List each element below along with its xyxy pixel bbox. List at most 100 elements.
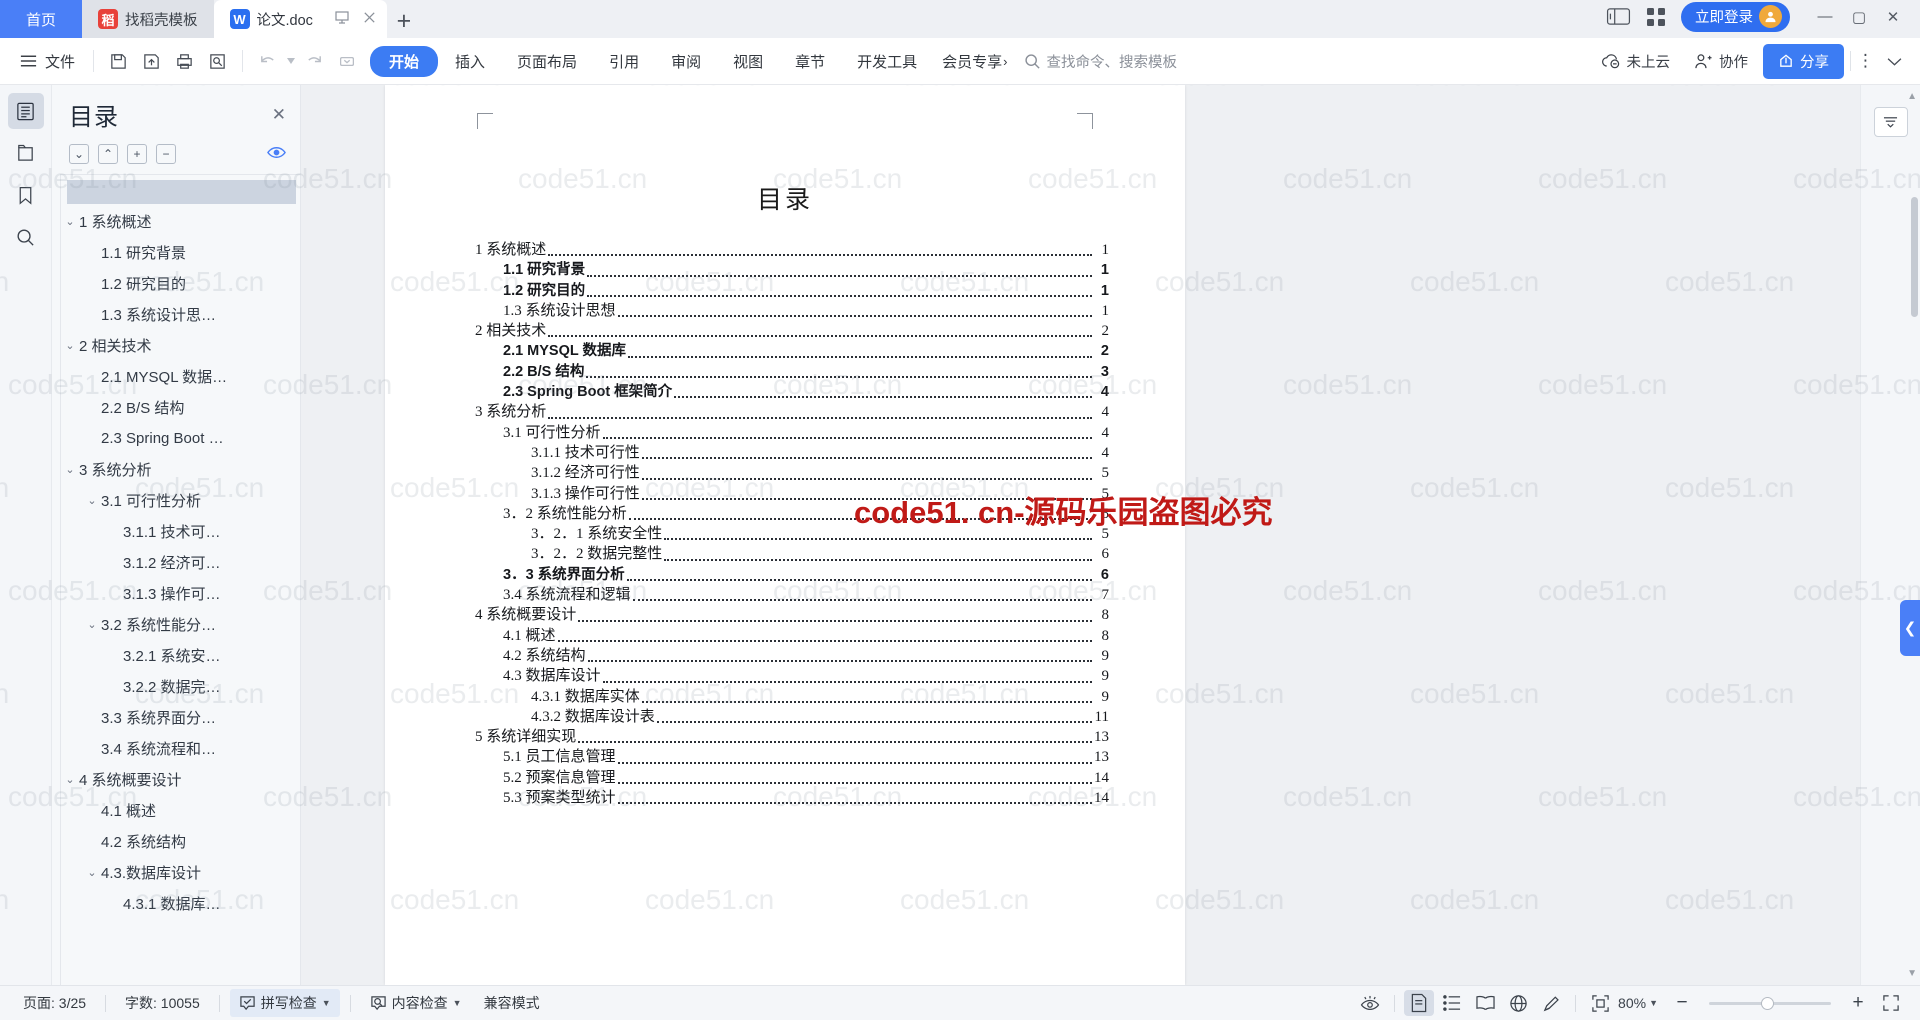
login-button[interactable]: 立即登录: [1681, 1, 1790, 32]
chevron-down-icon[interactable]: ⌄: [83, 866, 101, 879]
outline-item[interactable]: ⌄ 4.3.数据库设计: [61, 857, 300, 888]
toc-entry[interactable]: 2 相关技术 2: [461, 321, 1109, 341]
fit-page-icon[interactable]: [1585, 990, 1615, 1016]
content-check-button[interactable]: 内容检查 ▼: [361, 989, 471, 1017]
chevron-down-icon[interactable]: ⌄: [83, 494, 101, 507]
ribbon-tab-insert[interactable]: 插入: [440, 45, 500, 78]
toc-entry[interactable]: 4.1 概述 8: [461, 626, 1109, 646]
spell-check-button[interactable]: 拼写检查 ▼: [229, 989, 340, 1017]
outline-item[interactable]: ⌄ 3.1 可行性分析: [61, 485, 300, 516]
focus-eye-icon[interactable]: [1355, 990, 1385, 1016]
chevron-down-icon[interactable]: ▼: [453, 998, 462, 1008]
toc-entry[interactable]: 3.1.2 经济可行性 5: [461, 463, 1109, 483]
app-grid-icon[interactable]: [1645, 6, 1667, 28]
chevron-down-icon[interactable]: ⌄: [61, 339, 79, 352]
zoom-level-label[interactable]: 80%: [1618, 995, 1646, 1011]
toc-entry[interactable]: 4.3.2 数据库设计表 11: [461, 707, 1109, 727]
more-options-icon[interactable]: ⋮: [1857, 46, 1874, 77]
ribbon-tab-review[interactable]: 审阅: [656, 45, 716, 78]
outline-item[interactable]: ⌄ 3 系统分析: [61, 454, 300, 485]
zoom-out-button[interactable]: −: [1667, 990, 1697, 1016]
print-icon[interactable]: [169, 46, 200, 77]
zoom-slider[interactable]: [1709, 996, 1831, 1010]
decrease-level-button[interactable]: −: [156, 144, 176, 164]
outline-item[interactable]: ⌄ 1 系统概述: [61, 206, 300, 237]
outline-item[interactable]: ⌄3.2.2 数据完…: [61, 671, 300, 702]
toc-entry[interactable]: 4 系统概要设计 8: [461, 605, 1109, 625]
toc-entry[interactable]: 5.3 预案类型统计 14: [461, 788, 1109, 808]
undo-icon[interactable]: [252, 46, 283, 77]
sidebar-item-outline[interactable]: [7, 93, 44, 129]
tab-home[interactable]: 首页: [0, 0, 83, 38]
outline-item[interactable]: ⌄3.2.1 系统安…: [61, 640, 300, 671]
outline-item[interactable]: ⌄ 3.2 系统性能分…: [61, 609, 300, 640]
toc-entry[interactable]: 3.1 可行性分析 4: [461, 423, 1109, 443]
scroll-down-arrow[interactable]: ▼: [1907, 968, 1917, 979]
ribbon-tab-references[interactable]: 引用: [594, 45, 654, 78]
outline-tree[interactable]: ⌄1 系统概述⌄1.1 研究背景⌄1.2 研究目的⌄1.3 系统设计思…⌄2 相…: [60, 174, 300, 985]
screen-layout-icon[interactable]: [1606, 7, 1631, 26]
outline-item[interactable]: ⌄2.1 MYSQL 数据…: [61, 361, 300, 392]
save-as-icon[interactable]: [136, 46, 167, 77]
expand-all-button[interactable]: ⌄: [69, 144, 89, 164]
compatibility-mode-label[interactable]: 兼容模式: [475, 989, 549, 1017]
toc-entry[interactable]: 1.3 系统设计思想 1: [461, 301, 1109, 321]
zoom-in-button[interactable]: +: [1843, 990, 1873, 1016]
sidebar-item-search[interactable]: [8, 219, 44, 255]
chevron-down-icon[interactable]: ⌄: [61, 773, 79, 786]
toc-entry[interactable]: 4.3.1 数据库实体 9: [461, 687, 1109, 707]
collaborate-button[interactable]: 协作: [1685, 46, 1757, 77]
sidebar-item-bookmark[interactable]: [8, 177, 44, 213]
read-view-icon[interactable]: [1470, 990, 1500, 1016]
ribbon-tab-start[interactable]: 开始: [370, 45, 439, 77]
outline-eye-icon[interactable]: [267, 146, 286, 163]
ribbon-tab-page-layout[interactable]: 页面布局: [502, 45, 592, 78]
tab-docer-template[interactable]: 稻 找稻壳模板: [82, 0, 214, 38]
toc-entry[interactable]: 3.1.1 技术可行性 4: [461, 443, 1109, 463]
ribbon-tab-view[interactable]: 视图: [718, 45, 778, 78]
sidebar-item-thumbnails[interactable]: [8, 135, 44, 171]
page-indicator[interactable]: 页面: 3/25: [14, 989, 95, 1017]
outline-item[interactable]: ⌄3.4 系统流程和…: [61, 733, 300, 764]
tab-split-screen-icon[interactable]: [334, 9, 350, 29]
outline-item[interactable]: ⌄ 4 系统概要设计: [61, 764, 300, 795]
outline-selected-row[interactable]: [67, 180, 296, 204]
toc-entry[interactable]: 1.2 研究目的 1: [461, 281, 1109, 301]
file-menu-button[interactable]: 文件: [10, 51, 84, 72]
toc-entry[interactable]: 4.3 数据库设计 9: [461, 666, 1109, 686]
outline-item[interactable]: ⌄2.2 B/S 结构: [61, 392, 300, 423]
share-button[interactable]: 分享: [1763, 43, 1844, 79]
page-view-icon[interactable]: [1404, 990, 1435, 1016]
outline-view-icon[interactable]: [1437, 990, 1467, 1016]
document-page[interactable]: 目录 1 系统概述 1 1.1 研究背景 1 1.2 研究目的 1 1.3 系统设计思想 1 2…: [385, 85, 1185, 985]
undo-dropdown-icon[interactable]: [285, 46, 296, 77]
close-outline-icon[interactable]: ✕: [272, 105, 286, 125]
close-window-button[interactable]: ✕: [1878, 3, 1908, 31]
outline-item[interactable]: ⌄ 2 相关技术: [61, 330, 300, 361]
chevron-down-icon[interactable]: ⌄: [61, 463, 79, 476]
toc-entry[interactable]: 2.2 B/S 结构 3: [461, 362, 1109, 382]
outline-item[interactable]: ⌄3.1.2 经济可…: [61, 547, 300, 578]
scroll-up-arrow[interactable]: ▲: [1907, 91, 1917, 102]
toc-entry[interactable]: 5 系统详细实现 13: [461, 727, 1109, 747]
collapse-ribbon-icon[interactable]: [1879, 46, 1910, 77]
zoom-dropdown-icon[interactable]: ▼: [1649, 998, 1658, 1008]
minimize-button[interactable]: —: [1810, 3, 1840, 31]
toc-entry[interactable]: 2.1 MYSQL 数据库 2: [461, 341, 1109, 361]
maximize-button[interactable]: ▢: [1844, 3, 1874, 31]
toc-entry[interactable]: 5.1 员工信息管理 13: [461, 747, 1109, 767]
outline-item[interactable]: ⌄3.1.3 操作可…: [61, 578, 300, 609]
outline-item[interactable]: ⌄4.1 概述: [61, 795, 300, 826]
toc-entry[interactable]: 1.1 研究背景 1: [461, 260, 1109, 280]
save-icon[interactable]: [103, 46, 134, 77]
outline-item[interactable]: ⌄1.3 系统设计思…: [61, 299, 300, 330]
customize-quick-access-icon[interactable]: [331, 46, 362, 77]
collapse-all-button[interactable]: ⌃: [98, 144, 118, 164]
search-box[interactable]: 查找命令、搜索模板: [1024, 51, 1177, 72]
web-view-icon[interactable]: [1503, 990, 1533, 1016]
toc-entry[interactable]: 4.2 系统结构 9: [461, 646, 1109, 666]
toc-entry[interactable]: 3．2．2 数据完整性 6: [461, 544, 1109, 564]
outline-item[interactable]: ⌄4.2 系统结构: [61, 826, 300, 857]
tab-close-icon[interactable]: [362, 10, 377, 29]
outline-item[interactable]: ⌄4.3.1 数据库…: [61, 888, 300, 919]
